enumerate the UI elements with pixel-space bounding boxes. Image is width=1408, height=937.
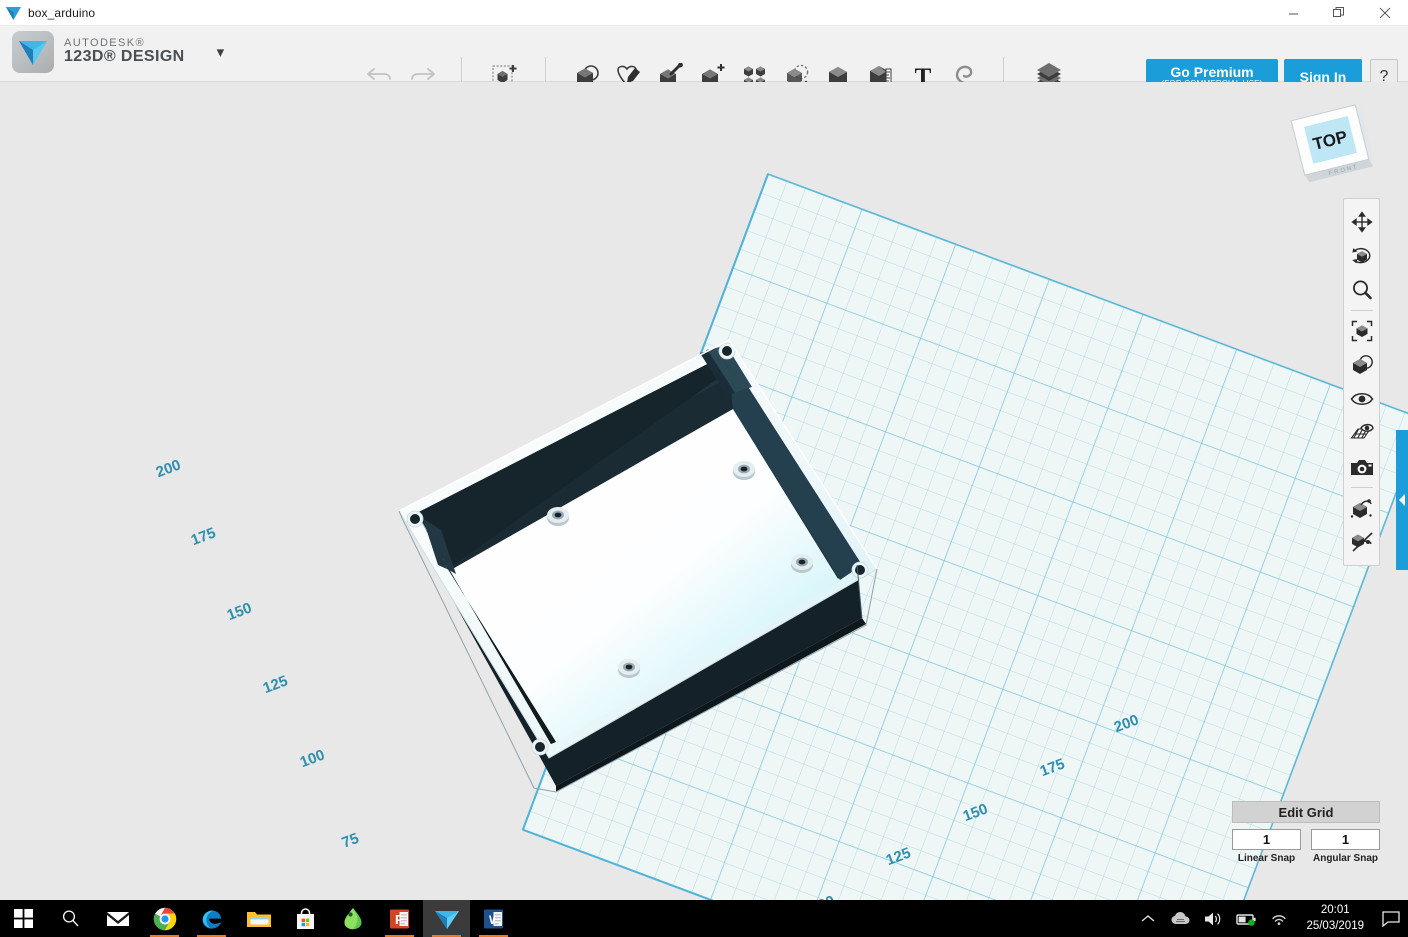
grid-visibility-tool[interactable] xyxy=(1345,416,1378,450)
store-button[interactable] xyxy=(282,900,329,937)
svg-text:200: 200 xyxy=(154,456,183,481)
word-button[interactable]: W xyxy=(470,900,517,937)
edge-button[interactable] xyxy=(188,900,235,937)
windows-taskbar: P W 20:01 25/03/2019 xyxy=(0,900,1408,937)
brand-text: AUTODESK® 123D® DESIGN xyxy=(64,37,185,66)
battery-icon[interactable] xyxy=(1230,900,1263,937)
hide-all-tool[interactable] xyxy=(1345,525,1378,559)
nav-separator-2 xyxy=(1350,487,1373,488)
fit-tool[interactable] xyxy=(1345,314,1378,348)
zoom-tool[interactable] xyxy=(1345,273,1378,307)
close-button[interactable] xyxy=(1362,0,1408,26)
wifi-icon[interactable] xyxy=(1263,900,1296,937)
navigation-toolbar xyxy=(1343,198,1380,566)
brand-area[interactable]: AUTODESK® 123D® DESIGN ▾ xyxy=(12,31,224,73)
mail-button[interactable] xyxy=(94,900,141,937)
powerpoint-button[interactable]: P xyxy=(376,900,423,937)
go-premium-label: Go Premium xyxy=(1170,63,1254,80)
clock[interactable]: 20:01 25/03/2019 xyxy=(1296,903,1374,934)
linear-snap-label: Linear Snap xyxy=(1237,853,1296,864)
snapshot-tool[interactable] xyxy=(1345,450,1378,484)
linear-snap-input[interactable] xyxy=(1232,829,1301,850)
clock-date: 25/03/2019 xyxy=(1306,919,1364,932)
file-explorer-button[interactable] xyxy=(235,900,282,937)
window-title: box_arduino xyxy=(28,6,96,20)
svg-text:125: 125 xyxy=(261,672,290,697)
system-tray: 20:01 25/03/2019 xyxy=(1131,900,1408,937)
edit-grid-button[interactable]: Edit Grid xyxy=(1232,801,1380,823)
nav-separator-1 xyxy=(1350,310,1373,311)
show-hidden-icons-button[interactable] xyxy=(1131,900,1164,937)
3d-viewport[interactable]: 200 175 150 125 100 75 50 75 100 125 150… xyxy=(0,82,1408,900)
orbit-tool[interactable] xyxy=(1345,239,1378,273)
svg-text:175: 175 xyxy=(189,524,218,549)
snap-fields: Linear Snap Angular Snap xyxy=(1232,829,1380,864)
chrome-button[interactable] xyxy=(141,900,188,937)
angular-snap-field: Angular Snap xyxy=(1311,829,1380,864)
svg-text:100: 100 xyxy=(298,746,327,771)
chevron-left-icon xyxy=(1399,494,1405,506)
action-center-button[interactable] xyxy=(1374,900,1408,937)
search-button[interactable] xyxy=(47,900,94,937)
application-window: box_arduino AUTODESK® 123D® DESIGN ▾ T G… xyxy=(0,0,1408,937)
autodesk-123d-logo-icon xyxy=(6,6,21,20)
left-axis-tick-labels: 200 175 150 125 100 75 50 xyxy=(154,456,362,852)
view-style-tool[interactable] xyxy=(1345,348,1378,382)
view-cube[interactable]: TOP FRONT xyxy=(1280,96,1380,186)
angular-snap-input[interactable] xyxy=(1311,829,1380,850)
angular-snap-label: Angular Snap xyxy=(1312,853,1378,864)
show-all-tool[interactable] xyxy=(1345,491,1378,525)
svg-text:75: 75 xyxy=(340,830,362,852)
title-bar-left: box_arduino xyxy=(6,0,95,26)
main-toolbar: AUTODESK® 123D® DESIGN ▾ T Go Premium Si… xyxy=(0,26,1408,95)
title-bar: box_arduino xyxy=(0,0,1408,26)
brand-line-product: 123D® DESIGN xyxy=(64,48,185,66)
onedrive-icon[interactable] xyxy=(1164,900,1197,937)
right-panel-toggle[interactable] xyxy=(1396,430,1408,570)
taskbar-apps: P W xyxy=(0,900,517,937)
maximize-button[interactable] xyxy=(1316,0,1362,26)
app-green-button[interactable] xyxy=(329,900,376,937)
linear-snap-field: Linear Snap xyxy=(1232,829,1301,864)
autodesk-123d-logo-icon xyxy=(12,31,54,73)
pan-tool[interactable] xyxy=(1345,205,1378,239)
visibility-tool[interactable] xyxy=(1345,382,1378,416)
volume-icon[interactable] xyxy=(1197,900,1230,937)
window-controls xyxy=(1270,0,1408,26)
minimize-button[interactable] xyxy=(1270,0,1316,26)
chevron-down-icon[interactable]: ▾ xyxy=(217,45,225,60)
clock-time: 20:01 xyxy=(1320,903,1350,916)
workplane-grid: 200 175 150 125 100 75 50 75 100 125 150… xyxy=(154,172,1408,900)
123d-design-button[interactable] xyxy=(423,900,470,937)
edit-grid-panel: Edit Grid Linear Snap Angular Snap xyxy=(1232,801,1380,864)
start-button[interactable] xyxy=(0,900,47,937)
svg-text:150: 150 xyxy=(225,599,254,624)
